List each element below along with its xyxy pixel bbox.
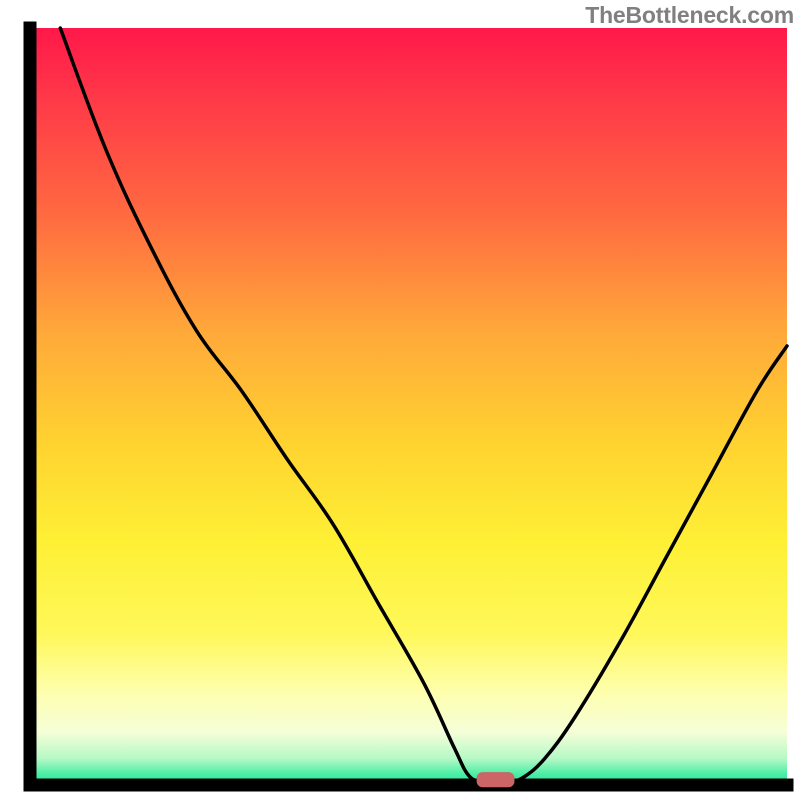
bottleneck-chart: TheBottleneck.com bbox=[0, 0, 800, 800]
plot-background bbox=[30, 28, 787, 785]
chart-svg bbox=[0, 0, 800, 800]
optimum-marker bbox=[477, 772, 515, 787]
